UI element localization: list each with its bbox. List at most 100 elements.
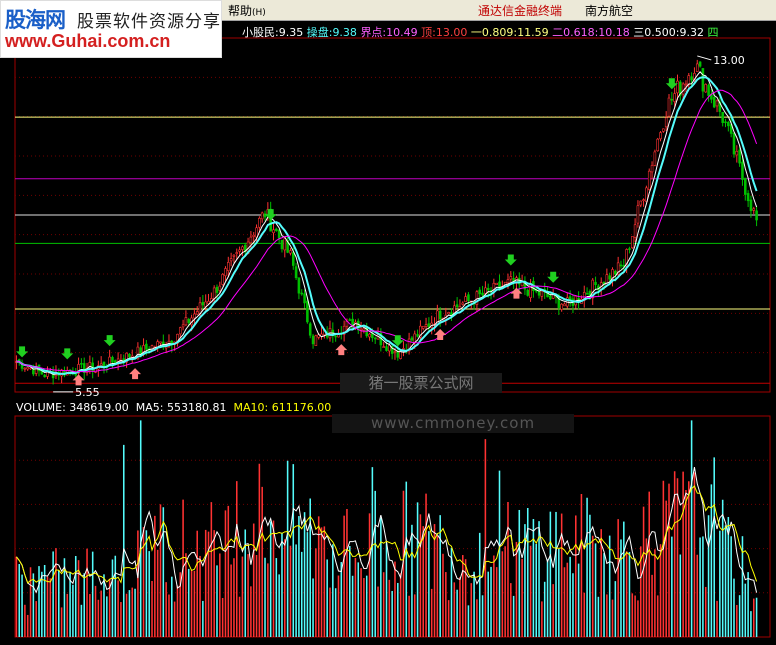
candle-body-down xyxy=(721,111,724,123)
buy-arrow-icon xyxy=(434,328,447,340)
candle-body-up xyxy=(218,285,222,291)
candle-body-up xyxy=(181,324,185,328)
candle-body-down xyxy=(215,286,219,293)
buy-arrow-icon xyxy=(510,287,523,299)
candle-body-down xyxy=(410,337,414,341)
candle-body-up xyxy=(647,170,651,190)
candle-body-up xyxy=(630,236,634,248)
candle-body-down xyxy=(280,239,284,250)
candle-body-down xyxy=(438,310,442,320)
candle-body-up xyxy=(283,238,287,251)
candle-body-up xyxy=(653,151,657,166)
candle-body-up xyxy=(402,348,405,350)
stock-chart[interactable]: 13.00 5.55 xyxy=(0,20,776,645)
buy-arrow-icon xyxy=(129,368,142,380)
sell-arrow-icon xyxy=(665,78,678,90)
candle-body-up xyxy=(464,296,467,302)
candle-body-up xyxy=(506,279,510,284)
candle-body-up xyxy=(421,325,425,329)
candle-body-up xyxy=(238,249,241,252)
sell-arrow-icon xyxy=(103,335,116,347)
price-panel[interactable]: 13.00 5.55 xyxy=(14,37,771,399)
candle-body-down xyxy=(628,248,631,250)
candle-body-up xyxy=(229,258,233,262)
candle-body-up xyxy=(495,282,498,286)
ma-magenta-line xyxy=(16,89,758,373)
candle-body-down xyxy=(741,161,744,180)
candle-body-up xyxy=(368,333,371,338)
candle-body-up xyxy=(227,262,230,271)
ding-value: 13.00 xyxy=(435,26,468,39)
candle-body-up xyxy=(461,302,465,305)
candle-body-up xyxy=(650,165,654,173)
help-menu[interactable]: 帮助(H) xyxy=(228,2,266,19)
candle-body-up xyxy=(673,93,676,102)
candle-body-up xyxy=(659,132,662,140)
candle-body-down xyxy=(481,292,484,296)
candle-body-up xyxy=(258,217,261,228)
candle-body-down xyxy=(743,177,747,195)
candle-body-down xyxy=(275,228,278,232)
candle-body-up xyxy=(289,250,292,254)
candle-body-down xyxy=(373,337,377,340)
candle-body-down xyxy=(300,292,304,295)
candle-body-down xyxy=(201,302,205,306)
sell-arrow-icon xyxy=(547,271,560,283)
candle-body-up xyxy=(484,287,487,294)
candle-body-up xyxy=(704,84,708,93)
candle-body-up xyxy=(393,351,397,354)
candle-body-down xyxy=(371,333,374,339)
candle-body-up xyxy=(681,83,685,95)
watermark-url: www.cmmoney.com xyxy=(332,414,574,433)
sell-arrow-icon xyxy=(504,254,517,266)
candle-body-up xyxy=(235,252,239,254)
candle-body-up xyxy=(735,151,739,156)
candle-body-up xyxy=(224,268,227,277)
candle-body-down xyxy=(385,346,388,351)
candle-body-down xyxy=(755,210,758,221)
candle-body-down xyxy=(348,319,352,321)
candle-body-up xyxy=(447,312,450,315)
candle-body-down xyxy=(707,84,710,96)
candle-body-up xyxy=(642,199,645,201)
candle-body-up xyxy=(424,324,428,327)
candle-body-down xyxy=(311,335,315,345)
candle-body-up xyxy=(249,236,253,244)
candle-body-down xyxy=(698,61,702,67)
candle-body-up xyxy=(29,367,32,370)
candle-body-down xyxy=(619,264,623,267)
yi-value: 11.59 xyxy=(517,26,549,39)
candle-body-down xyxy=(585,292,589,295)
candle-body-down xyxy=(291,252,295,266)
candle-body-up xyxy=(232,254,236,257)
candle-body-down xyxy=(614,270,617,275)
sell-arrow-icon xyxy=(16,346,29,358)
candle-body-up xyxy=(684,83,688,86)
candle-body-down xyxy=(297,277,301,294)
logo-url: www.Guhai.com.cn xyxy=(5,31,171,51)
ma-cyan-line xyxy=(16,76,758,375)
candle-body-down xyxy=(467,294,470,301)
volume-panel[interactable] xyxy=(14,415,771,638)
candle-body-down xyxy=(455,304,459,308)
app-title: 通达信金融终端 xyxy=(478,4,563,18)
candle-body-down xyxy=(43,374,46,378)
buy-arrow-icon xyxy=(335,344,348,356)
candle-body-up xyxy=(639,200,643,206)
candle-body-up xyxy=(212,287,216,300)
caopan-value: 9.38 xyxy=(332,26,357,39)
logo-slogan: 股票软件资源分享 xyxy=(77,12,221,32)
volume-value: 348619.00 xyxy=(69,401,129,414)
candle-body-up xyxy=(178,327,182,335)
candle-body-up xyxy=(560,303,563,310)
candle-body-down xyxy=(478,289,482,295)
candle-body-up xyxy=(221,274,224,285)
candle-body-up xyxy=(509,276,513,280)
jiedian-value: 10.49 xyxy=(386,26,418,39)
er-value: 10.18 xyxy=(598,26,630,39)
candle-body-up xyxy=(540,290,544,297)
candle-body-down xyxy=(749,199,753,212)
candle-body-up xyxy=(252,234,256,237)
candle-body-down xyxy=(416,334,419,337)
candle-body-down xyxy=(724,121,727,124)
